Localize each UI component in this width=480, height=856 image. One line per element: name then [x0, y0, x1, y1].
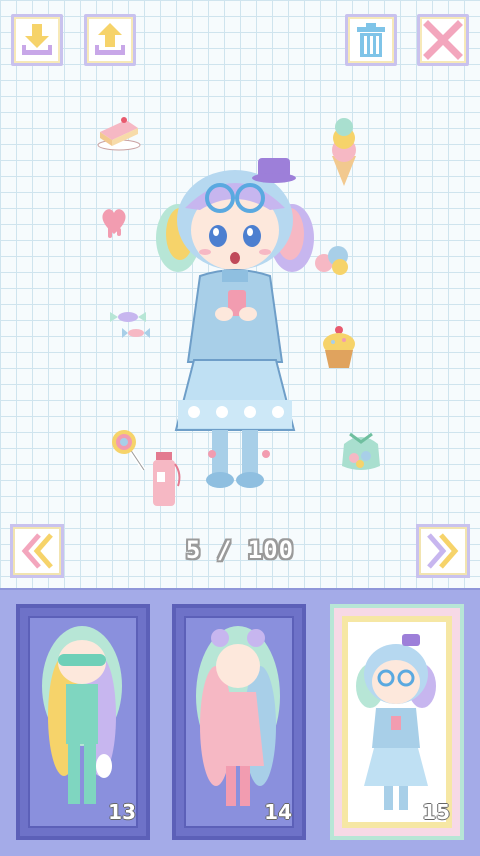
import-button[interactable] — [11, 14, 63, 66]
page-counter: 5 / 100 — [185, 536, 295, 564]
double-chevron-right-icon — [427, 533, 459, 569]
ice-cream-cone-icon[interactable] — [324, 116, 364, 188]
save-slot-14[interactable]: 14 — [172, 604, 306, 840]
previous-button[interactable] — [10, 524, 64, 578]
save-slot-15-selected[interactable]: 15 — [330, 604, 464, 840]
next-button[interactable] — [416, 524, 470, 578]
doll-thumbnail — [196, 626, 280, 806]
save-slots-panel: 13 14 15 — [0, 588, 480, 856]
save-slot-13[interactable]: 13 — [16, 604, 150, 840]
delete-button[interactable] — [345, 14, 397, 66]
tray-arrow-up-icon — [95, 23, 125, 55]
close-x-icon — [423, 20, 463, 60]
wrapped-candy-icon[interactable] — [106, 308, 152, 342]
double-chevron-left-icon — [21, 533, 53, 569]
doll-thumbnail — [42, 626, 122, 804]
eye-left — [209, 225, 227, 247]
lollipop-icon[interactable] — [108, 426, 148, 472]
eye-right — [243, 225, 261, 247]
cake-slice-icon[interactable] — [96, 112, 142, 152]
heart-drip-icon[interactable] — [98, 204, 130, 244]
slot-number: 14 — [264, 800, 292, 824]
slot-number: 13 — [108, 800, 136, 824]
candy-bag-icon[interactable] — [338, 424, 384, 474]
doll-thumbnail — [356, 634, 436, 810]
close-button[interactable] — [417, 14, 469, 66]
slot-number: 15 — [422, 800, 450, 824]
tray-arrow-down-icon — [22, 24, 52, 55]
export-button[interactable] — [84, 14, 136, 66]
doll-character[interactable] — [150, 148, 320, 498]
cupcake-icon[interactable] — [320, 324, 358, 370]
trash-icon — [357, 23, 385, 57]
